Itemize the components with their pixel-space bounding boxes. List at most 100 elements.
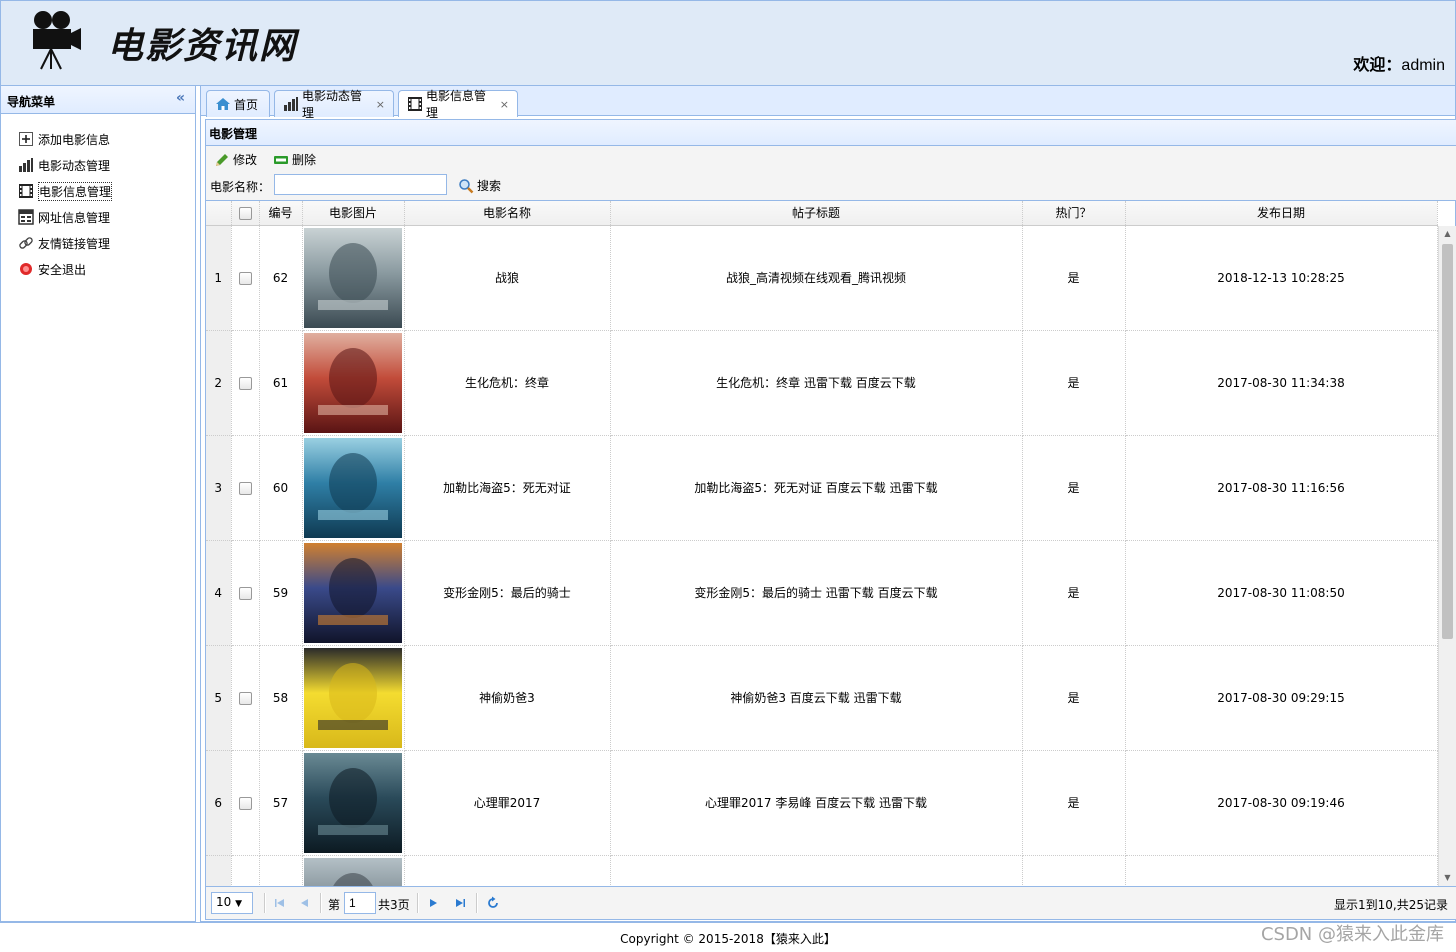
row-checkbox[interactable]	[231, 330, 260, 436]
sidebar-item-movie-info[interactable]: 电影信息管理	[1, 178, 195, 204]
tab-movie-info[interactable]: 电影信息管理 ×	[398, 89, 518, 120]
sidebar-item-label: 电影信息管理	[38, 181, 113, 201]
close-icon[interactable]: ×	[500, 98, 509, 111]
table-row[interactable]	[206, 855, 1438, 886]
search-button[interactable]: 搜索	[458, 177, 501, 194]
scroll-down-icon[interactable]: ▼	[1439, 870, 1456, 886]
hot-flag: 是	[1022, 225, 1126, 331]
post-title: 心理罪2017 李易峰 百度云下载 迅雷下载	[610, 750, 1023, 856]
close-icon[interactable]: ×	[376, 98, 385, 111]
table-row[interactable]: 6 57 心理罪2017 心理罪2017 李易峰 百度云下载 迅雷下载是 2017-08…	[206, 750, 1438, 856]
first-page-icon[interactable]	[272, 895, 288, 911]
table-row[interactable]: 5 58 神偷奶爸3 神偷奶爸3 百度云下载 迅雷下载是 2017-08-30 09:2…	[206, 645, 1438, 751]
search-label: 电影名称：	[210, 180, 271, 194]
tab-label: 电影动态管理	[302, 89, 363, 120]
column-header[interactable]: 电影名称	[404, 201, 611, 226]
sidebar-item-add-movie[interactable]: 添加电影信息	[1, 126, 195, 152]
column-header[interactable]: 编号	[259, 201, 303, 226]
row-checkbox[interactable]	[231, 540, 260, 646]
post-title: 生化危机：终章 迅雷下载 百度云下载	[610, 330, 1023, 436]
publish-date	[1125, 855, 1438, 886]
hot-flag: 是	[1022, 435, 1126, 541]
movie-poster-cell	[302, 540, 405, 646]
column-header[interactable]: 热门？	[1022, 201, 1126, 226]
app-header: 电影资讯网 欢迎：admin	[0, 0, 1456, 86]
rownum-header	[206, 201, 232, 226]
tab-movie-news[interactable]: 电影动态管理 ×	[274, 89, 394, 120]
sidebar-item-label: 安全退出	[38, 262, 87, 277]
sidebar-item-label: 电影动态管理	[38, 158, 111, 173]
movie-poster-image	[304, 437, 402, 538]
search-button-label: 搜索	[477, 179, 502, 193]
movie-poster-cell	[302, 645, 405, 751]
table-row[interactable]: 4 59 变形金刚5：最后的骑士 变形金刚5：最后的骑士 迅雷下载 百度云下载是 201…	[206, 540, 1438, 646]
scroll-up-icon[interactable]: ▲	[1439, 226, 1456, 242]
table-header-row: 编号 电影图片 电影名称 帖子标题 热门？ 发布日期	[206, 201, 1438, 226]
page-prefix: 第	[328, 898, 341, 912]
row-number: 2	[206, 330, 232, 436]
post-title	[610, 855, 1023, 886]
pager-separator	[417, 893, 419, 913]
column-header[interactable]: 电影图片	[302, 201, 405, 226]
sidebar-item-movie-news[interactable]: 电影动态管理	[1, 152, 195, 178]
row-checkbox[interactable]	[231, 645, 260, 751]
toolbar: 修改 删除 电影名称： 搜索	[205, 146, 1456, 200]
page-number-input[interactable]	[344, 892, 376, 914]
table-row[interactable]: 2 61 生化危机：终章 生化危机：终章 迅雷下载 百度云下载是 2017-08-30 …	[206, 330, 1438, 436]
sidebar-item-url-info[interactable]: 网址信息管理	[1, 204, 195, 230]
row-checkbox[interactable]	[231, 225, 260, 331]
movie-name-search-input[interactable]	[274, 174, 447, 195]
column-header[interactable]: 发布日期	[1125, 201, 1438, 226]
edit-label: 修改	[233, 153, 258, 167]
movie-id: 58	[259, 645, 303, 751]
last-page-icon[interactable]	[452, 895, 468, 911]
sidebar-item-label: 网址信息管理	[38, 210, 111, 225]
next-page-icon[interactable]	[425, 895, 441, 911]
home-icon	[215, 96, 231, 112]
table-row[interactable]: 1 62 战狼 战狼_高清视频在线观看_腾讯视频是 2018-12-13 10:28:2…	[206, 225, 1438, 331]
delete-label: 删除	[292, 153, 317, 167]
row-checkbox[interactable]	[231, 435, 260, 541]
column-header[interactable]: 帖子标题	[610, 201, 1023, 226]
post-title: 战狼_高清视频在线观看_腾讯视频	[610, 225, 1023, 331]
copyright-text: Copyright © 2015-2018【猿来入此】	[620, 932, 836, 946]
select-all-checkbox[interactable]	[231, 201, 260, 226]
edit-button[interactable]: 修改	[214, 151, 257, 168]
row-checkbox[interactable]	[231, 855, 260, 886]
bar-chart-icon	[283, 96, 299, 112]
sidebar: 导航菜单 « 添加电影信息 电影动态管理 电影信息管理 网址信息管理 友情链接管…	[0, 86, 196, 922]
sidebar-item-friend-links[interactable]: 友情链接管理	[1, 230, 195, 256]
page-size-select[interactable]: 10 ▼	[211, 892, 253, 914]
hot-flag: 是	[1022, 330, 1126, 436]
delete-button[interactable]: 删除	[273, 151, 316, 168]
vertical-scrollbar[interactable]: ▲ ▼	[1438, 226, 1456, 886]
collapse-left-icon[interactable]: «	[176, 90, 185, 106]
movie-camera-logo-icon	[33, 11, 81, 70]
username: admin	[1401, 57, 1445, 74]
refresh-icon[interactable]	[485, 895, 501, 911]
movie-id: 59	[259, 540, 303, 646]
tab-home[interactable]: 首页	[206, 90, 270, 117]
publish-date: 2017-08-30 11:34:38	[1125, 330, 1438, 436]
publish-date: 2017-08-30 11:16:56	[1125, 435, 1438, 541]
pager-separator	[320, 893, 322, 913]
main-panel: 首页 电影动态管理 × 电影信息管理 × 电影管理 修改 删除 电影名称： 搜索…	[200, 86, 1456, 922]
post-title: 变形金刚5：最后的骑士 迅雷下载 百度云下载	[610, 540, 1023, 646]
tab-label: 电影信息管理	[426, 89, 487, 120]
scrollbar-thumb[interactable]	[1442, 244, 1453, 639]
sidebar-title: 导航菜单	[7, 95, 56, 109]
table-row[interactable]: 3 60 加勒比海盗5：死无对证 加勒比海盗5：死无对证 百度云下载 迅雷下载是 201…	[206, 435, 1438, 541]
link-icon	[18, 235, 34, 251]
hot-flag: 是	[1022, 750, 1126, 856]
tab-label: 首页	[234, 97, 259, 112]
search-icon	[458, 178, 474, 194]
row-number	[206, 855, 232, 886]
prev-page-icon[interactable]	[297, 895, 313, 911]
row-checkbox[interactable]	[231, 750, 260, 856]
row-number: 6	[206, 750, 232, 856]
sidebar-item-logout[interactable]: 安全退出	[1, 256, 195, 282]
movie-name: 心理罪2017	[404, 750, 611, 856]
dropdown-arrow-icon: ▼	[235, 899, 243, 909]
movie-name: 神偷奶爸3	[404, 645, 611, 751]
pagination-bar: 10 ▼ 第 共3页 显示1到10,共25记录	[205, 887, 1456, 920]
